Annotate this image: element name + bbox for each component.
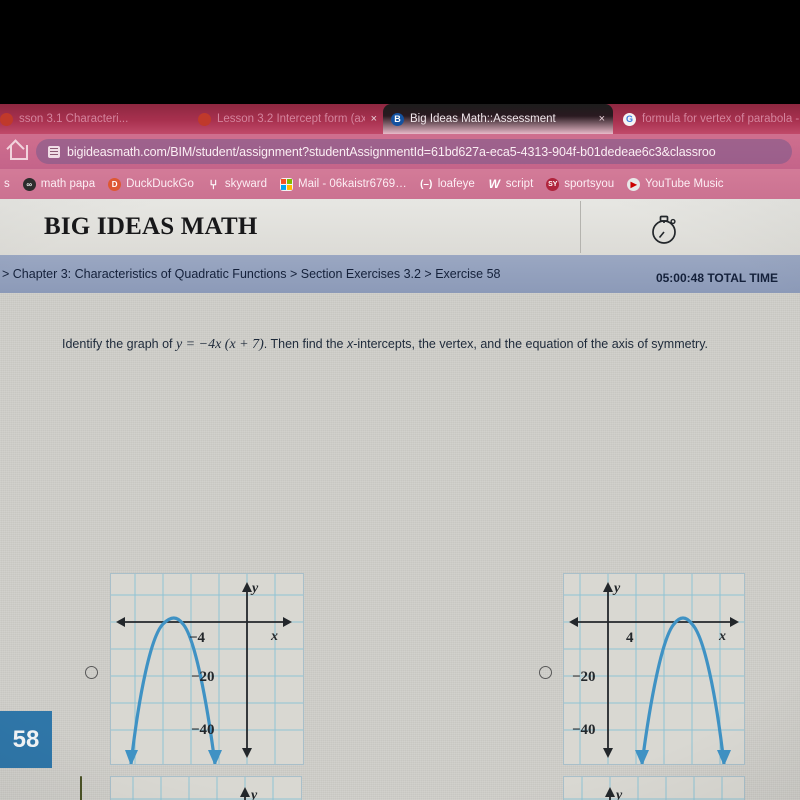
screenshot-root: sson 3.1 Characteri... Lesson 3.2 Interc… (0, 0, 800, 800)
address-bar-url: bigideasmath.com/BIM/student/assignment?… (67, 144, 716, 159)
y-tick-label-40: −40 (572, 722, 596, 738)
x-axis-label: x (718, 629, 726, 644)
y-tick-label-40: −40 (191, 722, 215, 738)
bookmarks-bar: s ∞ math papa D DuckDuckGo ⑂ skyward Mai… (0, 169, 800, 199)
x-axis-label: x (270, 629, 278, 644)
bookmark-item-duckduckgo[interactable]: D DuckDuckGo (108, 177, 194, 191)
browser-tab-strip: sson 3.1 Characteri... Lesson 3.2 Interc… (0, 104, 800, 134)
option-b-graph[interactable]: 4 −20 −40 y x (563, 573, 745, 765)
tab-close-icon[interactable]: × (371, 113, 377, 125)
browser-toolbar: bigideasmath.com/BIM/student/assignment?… (0, 134, 800, 169)
y-axis-label: y (614, 788, 623, 800)
tab-close-icon[interactable]: × (599, 113, 605, 125)
question-equation: y = −4x (x + 7) (175, 337, 264, 352)
bookmark-item-script[interactable]: W script (488, 177, 534, 191)
y-tick-label-20: −20 (191, 669, 215, 685)
bookmark-label: skyward (224, 178, 268, 190)
sportsyou-icon: SY (546, 177, 560, 191)
question-suffix-b: -intercepts, the vertex, and the equatio… (353, 337, 709, 351)
parabola-curve (640, 616, 726, 764)
bookmark-label: Mail - 06kaistr6769… (298, 178, 407, 190)
favicon-red-icon (198, 112, 211, 126)
question-suffix-a: . Then find the (263, 337, 347, 351)
browser-tab-1[interactable]: Lesson 3.2 Intercept form (ax… × (190, 104, 385, 134)
script-icon: W (488, 177, 500, 191)
arrow-right-end (717, 750, 731, 764)
bookmark-item-sportsyou[interactable]: SY sportsyou (546, 177, 615, 191)
bookmark-label: YouTube Music (645, 178, 724, 190)
bookmark-item-mail[interactable]: Mail - 06kaistr6769… (280, 177, 407, 191)
favicon-red-icon (0, 112, 13, 126)
y-axis-label: y (612, 581, 621, 596)
outlook-icon (280, 177, 294, 191)
breadcrumb-bar: > Chapter 3: Characteristics of Quadrati… (0, 255, 800, 293)
x-tick-label: −4 (189, 630, 206, 646)
arrow-left-end (635, 750, 649, 764)
bookmark-label: math papa (40, 178, 96, 190)
question-text: Identify the graph of y = −4x (x + 7). T… (62, 337, 792, 353)
browser-tab-2-active[interactable]: B Big Ideas Math::Assessment × (383, 104, 613, 134)
header-divider (580, 201, 581, 253)
arrow-left-end (125, 750, 138, 764)
mathpapa-icon: ∞ (22, 177, 36, 191)
skyward-icon: ⑂ (209, 176, 218, 192)
site-info-icon[interactable] (48, 145, 60, 158)
address-bar[interactable]: bigideasmath.com/BIM/student/assignment?… (36, 139, 792, 164)
bookmark-item-loafeye[interactable]: (–) loafeye (420, 178, 475, 191)
option-a-graph[interactable]: −4 −20 −40 y x (110, 573, 304, 765)
tab-title: Big Ideas Math::Assessment (410, 113, 556, 125)
bim-icon: B (391, 112, 404, 126)
page-content: BIG IDEAS MATH > Chapter 3: Characterist… (0, 199, 800, 800)
y-axis-label: y (249, 788, 258, 800)
tab-title: Lesson 3.2 Intercept form (ax… (217, 113, 365, 125)
bookmark-item-s[interactable]: s (4, 178, 10, 190)
exercise-number-badge: 58 (0, 711, 52, 768)
x-tick-label: 4 (626, 630, 634, 646)
bookmark-label: s (4, 178, 10, 190)
axes (240, 787, 250, 800)
axes (605, 787, 615, 800)
app-logo: BIG IDEAS MATH (44, 213, 258, 240)
tab-title: sson 3.1 Characteri... (19, 113, 129, 125)
arrow-right-end (208, 750, 222, 764)
youtube-music-icon: ▶ (627, 177, 641, 191)
total-time-label: 05:00:48 TOTAL TIME (655, 271, 778, 285)
home-icon[interactable] (8, 143, 28, 161)
tab-title: formula for vertex of parabola - (642, 113, 800, 125)
question-prefix: Identify the graph of (62, 337, 176, 351)
option-b-radio[interactable] (539, 666, 552, 679)
option-c-graph[interactable]: 40 −8 −4 y x (110, 776, 302, 800)
browser-tab-3[interactable]: G formula for vertex of parabola - (615, 104, 800, 134)
option-d-graph[interactable]: 40 20 4 8 y x (563, 776, 745, 800)
bookmark-item-skyward[interactable]: ⑂ skyward (207, 176, 268, 192)
stopwatch-icon[interactable] (648, 212, 682, 246)
y-axis-label: y (250, 581, 259, 596)
option-a-radio[interactable] (85, 666, 98, 679)
bookmark-label: sportsyou (564, 178, 615, 190)
bookmark-item-math-papa[interactable]: ∞ math papa (22, 177, 96, 191)
breadcrumb[interactable]: > Chapter 3: Characteristics of Quadrati… (2, 267, 501, 281)
bookmark-item-youtube-music[interactable]: ▶ YouTube Music (627, 177, 724, 191)
bookmark-label: script (505, 178, 534, 190)
browser-tab-0[interactable]: sson 3.1 Characteri... (0, 104, 187, 134)
grid-lines (564, 777, 744, 800)
pen-mark-line (80, 776, 82, 800)
duckduckgo-icon: D (108, 177, 122, 191)
y-tick-label-20: −20 (572, 669, 596, 685)
bookmark-label: loafeye (437, 178, 475, 190)
google-icon: G (623, 112, 636, 126)
app-header: BIG IDEAS MATH (0, 199, 800, 255)
loafeye-icon: (–) (420, 178, 433, 190)
bookmark-label: DuckDuckGo (126, 178, 194, 190)
grid-lines (111, 777, 301, 800)
